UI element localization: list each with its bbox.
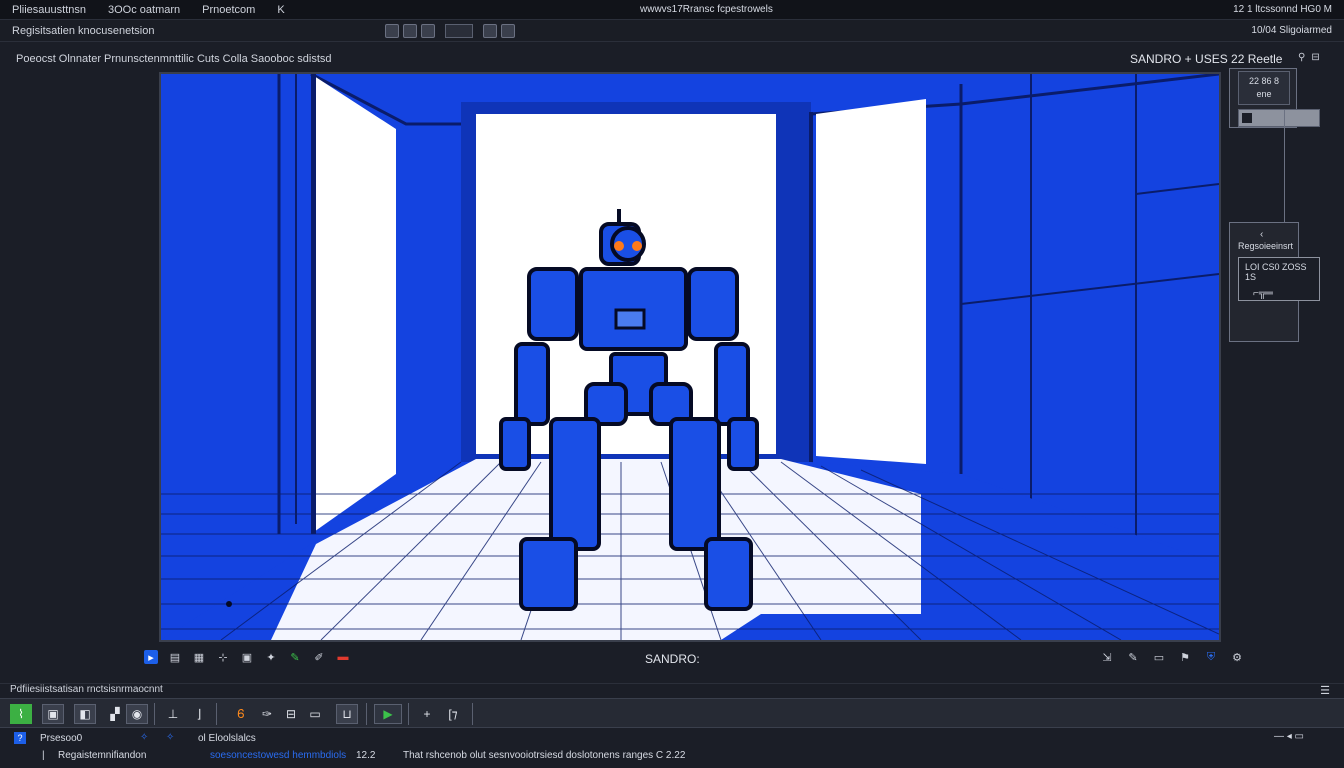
status2-message: That rshcenob olut sesnvooiotrsiesd dosl…: [403, 750, 686, 761]
collapse-chevron-icon[interactable]: ‹: [1260, 229, 1263, 240]
frame-icon-4[interactable]: [483, 23, 497, 38]
select-tool-icon[interactable]: ⌇: [10, 704, 32, 724]
menubar-status: 12 1 ltcssonnd HG0 M: [1233, 4, 1332, 15]
registration-label: Regisitsatien knocusenetsion: [12, 24, 155, 37]
status1-left: Prsesoo0: [40, 733, 83, 744]
menu-item-3[interactable]: Prnoetcom: [202, 4, 255, 16]
separator: [154, 703, 155, 725]
viewport-corner-icons: ⚲ ⊟: [1298, 52, 1320, 63]
marker-icon-1: ✧: [140, 732, 149, 743]
panel-b-box-text: LOI CS0 ZOSS 1S: [1245, 262, 1307, 282]
properties-panel-bottom: ‹ Regsoieeinsrt LOI CS0 ZOSS 1S ⌐╦═: [1229, 222, 1320, 342]
viewport-camera-label: SANDRO +: [1130, 52, 1192, 66]
shield-icon[interactable]: ⛨: [1204, 650, 1218, 664]
frame-icon-3[interactable]: [421, 23, 435, 38]
properties-panel-top: 22 86 8 ene: [1229, 68, 1320, 128]
pen-tool-icon[interactable]: ✑: [256, 704, 278, 724]
viewport-name: SANDRO:: [645, 652, 700, 666]
camera-icon[interactable]: ▣: [240, 650, 254, 664]
viewport-camera-suffix: USES 22 Reetle: [1195, 52, 1283, 66]
brush-icon[interactable]: ✎: [1126, 650, 1140, 664]
tool-strip: ⌇ ▣ ◧ ▞ ◉ ⊥ ⌋ Ꮾ ✑ ⊟ ▭ ⊔ ▶ + [⁊: [0, 698, 1344, 728]
menu-item-2[interactable]: 3OOc oatmarn: [108, 4, 180, 16]
transform-icon[interactable]: ⇲: [1100, 650, 1114, 664]
menu-bar: Pliiesauusttnsn 3OOc oatmarn Prnoetcom K…: [0, 0, 1344, 20]
monitor-icon[interactable]: ▭: [1152, 650, 1166, 664]
panel-connector: [1284, 110, 1285, 222]
layer-tool-icon[interactable]: ⊟: [280, 704, 302, 724]
cursor-tool-icon[interactable]: ▞: [104, 704, 126, 724]
layers-icon[interactable]: ▤: [168, 650, 182, 664]
settings-icon[interactable]: ⚙: [1230, 650, 1244, 664]
gun-icon: ⌐╦═: [1253, 288, 1274, 299]
play-button[interactable]: ▶: [374, 704, 402, 724]
frame-icon-2[interactable]: [403, 23, 417, 38]
value-field[interactable]: [445, 23, 473, 38]
status2-label: Regaistemnifiandon: [58, 750, 147, 761]
separator: [366, 703, 367, 725]
rect-tool-icon[interactable]: ▭: [304, 704, 326, 724]
render-icon[interactable]: ✎: [288, 650, 302, 664]
snap-icon[interactable]: ⊹: [216, 650, 230, 664]
frame-icon-1[interactable]: [385, 23, 399, 38]
viewport-label: SANDRO + USES 22 Reetle: [1130, 52, 1282, 66]
preview-thumb[interactable]: 22 86 8 ene: [1238, 71, 1290, 105]
separator: [408, 703, 409, 725]
menu-item-4[interactable]: K: [277, 4, 284, 16]
hamburger-menu-icon[interactable]: ☰: [1320, 684, 1330, 697]
frame-tool-icon[interactable]: ◧: [74, 704, 96, 724]
document-title: Poeocst Olnnater Prnunsctenmnttilic Cuts…: [16, 53, 332, 65]
timeline-title: Pdfiiesiistsatisan rnctsisnrmaocnnt: [10, 684, 163, 695]
panel-b-title: Regsoieeinsrt: [1238, 241, 1294, 251]
status1-mid: ol Eloolslalcs: [198, 733, 256, 744]
status2-link[interactable]: soesoncestowesd hemmbdiols: [210, 750, 346, 761]
render-viewport[interactable]: [159, 72, 1221, 642]
menu-item-1[interactable]: Pliiesauusttnsn: [12, 4, 86, 16]
timeline-header: Pdfiiesiistsatisan rnctsisnrmaocnnt ☰: [0, 683, 1344, 698]
window-title: wwwvs17Rransc fcpestrowels: [640, 4, 773, 15]
status-row-2: | Regaistemnifiandon soesoncestowesd hem…: [0, 748, 1344, 768]
panel-a-slider[interactable]: [1238, 109, 1320, 127]
image-tool-icon[interactable]: ▣: [42, 704, 64, 724]
add-key-icon[interactable]: +: [416, 704, 438, 724]
toolbar-icon-group: [385, 23, 515, 38]
lasso-tool-icon[interactable]: Ꮾ: [230, 704, 252, 724]
record-icon[interactable]: ▬: [336, 650, 350, 664]
anchor-tool-icon[interactable]: ⌋: [188, 704, 210, 724]
panel-a-line2: ene: [1256, 89, 1272, 99]
slider-handle[interactable]: [1242, 113, 1252, 123]
status-row-1: ? Prsesoo0 ✧ ✧ ol Eloolslalcs — ◂ ▭: [0, 730, 1344, 748]
separator: [472, 703, 473, 725]
robot-scene-illustration: [161, 74, 1219, 640]
bracket-icon[interactable]: [⁊: [442, 704, 464, 724]
camera-tool-icon[interactable]: ◉: [126, 704, 148, 724]
help-icon[interactable]: ?: [14, 732, 26, 744]
status2-value: 12.2: [356, 750, 376, 761]
bracket-tool-icon[interactable]: ⊔: [336, 704, 358, 724]
subbar-status: 10/04 Sligoiarmed: [1251, 25, 1332, 36]
separator: [216, 703, 217, 725]
paint-icon[interactable]: ✐: [312, 650, 326, 664]
status1-right[interactable]: — ◂ ▭: [1274, 731, 1304, 742]
light-icon[interactable]: ✦: [264, 650, 278, 664]
status2-divider: |: [42, 750, 45, 761]
pin-icon[interactable]: ⚲: [1298, 52, 1305, 63]
viewport-toolbar: ▸ ▤ ▦ ⊹ ▣ ✦ ✎ ✐ ▬ SANDRO: ⇲ ✎ ▭ ⚑ ⛨ ⚙: [140, 650, 1260, 670]
flag-icon[interactable]: ⚑: [1178, 650, 1192, 664]
panel-a-line1: 22 86 8: [1248, 76, 1280, 86]
text-tool-icon[interactable]: ⊥: [162, 704, 184, 724]
play-camera-icon[interactable]: ▸: [144, 650, 158, 664]
secondary-toolbar: Regisitsatien knocusenetsion 10/04 Sligo…: [0, 20, 1344, 42]
panel-icon[interactable]: ⊟: [1311, 52, 1319, 63]
marker-icon-2: ✧: [166, 732, 175, 743]
frame-icon-5[interactable]: [501, 23, 515, 38]
grid-icon[interactable]: ▦: [192, 650, 206, 664]
panel-b-field[interactable]: LOI CS0 ZOSS 1S ⌐╦═: [1238, 257, 1320, 301]
